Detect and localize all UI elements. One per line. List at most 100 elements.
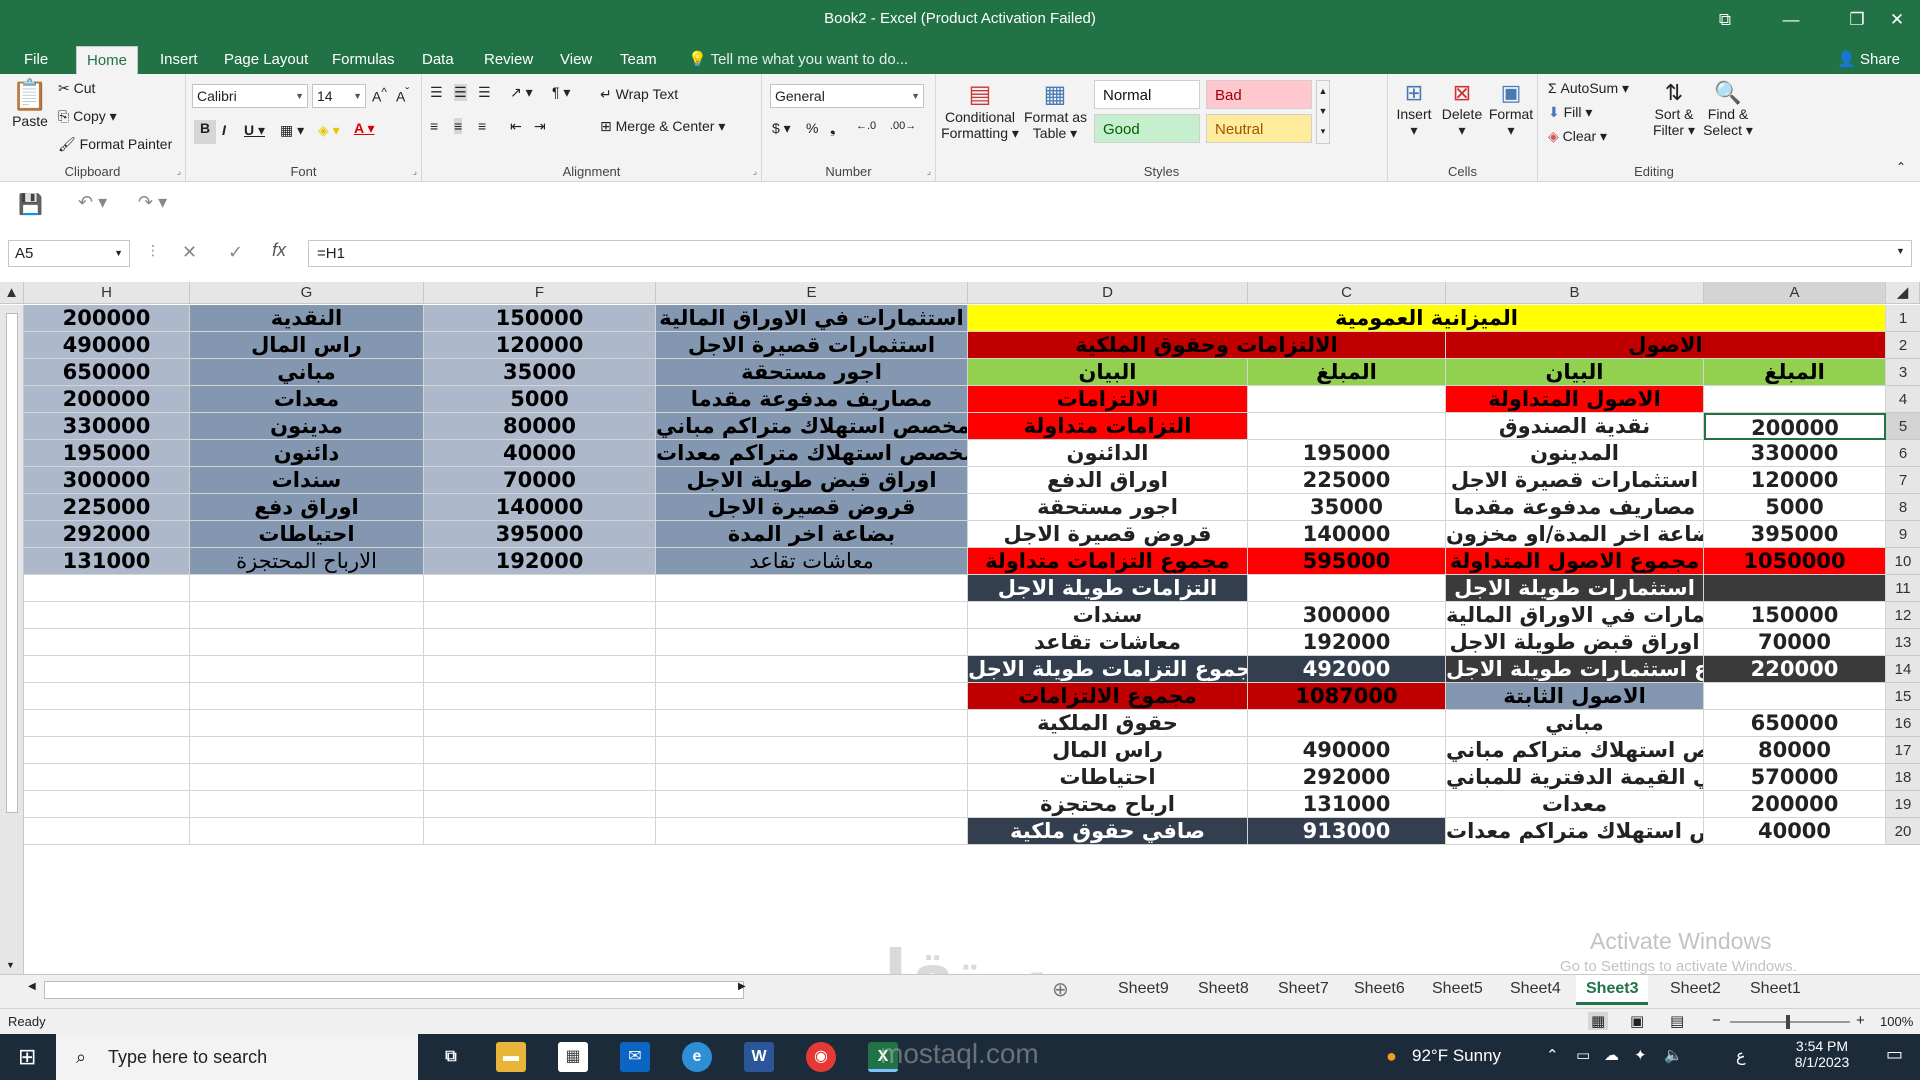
scrollbar-thumb[interactable]	[6, 313, 18, 813]
cell-e3[interactable]: اجور مستحقة	[656, 359, 968, 386]
cell-f15[interactable]	[424, 683, 656, 710]
cell-h16[interactable]	[24, 710, 190, 737]
cell-a4[interactable]	[1704, 386, 1886, 413]
cell-h20[interactable]	[24, 818, 190, 845]
cell-a6[interactable]: 330000	[1704, 440, 1886, 467]
cell-e13[interactable]	[656, 629, 968, 656]
clock[interactable]: 3:54 PM 8/1/2023	[1782, 1038, 1862, 1070]
cell-c11[interactable]	[1248, 575, 1446, 602]
cell-f6[interactable]: 40000	[424, 440, 656, 467]
sheet-tab-sheet6[interactable]: Sheet6	[1344, 975, 1415, 1005]
cell-g14[interactable]	[190, 656, 424, 683]
cell-b7[interactable]: استثمارات قصيرة الاجل	[1446, 467, 1704, 494]
dialog-launcher-icon[interactable]: ⌟	[927, 166, 931, 177]
cell-a9[interactable]: 395000	[1704, 521, 1886, 548]
cell-e6[interactable]: مخصص استهلاك متراكم معدات	[656, 440, 968, 467]
collapse-ribbon-icon[interactable]: ⌃	[1896, 160, 1906, 174]
cell-a7[interactable]: 120000	[1704, 467, 1886, 494]
cell-d4[interactable]: الالتزامات	[968, 386, 1248, 413]
row-header[interactable]: 2	[1886, 332, 1920, 359]
cell-h9[interactable]: 292000	[24, 521, 190, 548]
cell-c10[interactable]: 595000	[1248, 548, 1446, 575]
row-header[interactable]: 6	[1886, 440, 1920, 467]
cell-c8[interactable]: 35000	[1248, 494, 1446, 521]
cell-e19[interactable]	[656, 791, 968, 818]
cell-c4[interactable]	[1248, 386, 1446, 413]
cell-g11[interactable]	[190, 575, 424, 602]
cell-g17[interactable]	[190, 737, 424, 764]
cell-a14[interactable]: 220000	[1704, 656, 1886, 683]
cell-g3[interactable]: مباني	[190, 359, 424, 386]
cell-e9[interactable]: بضاعة اخر المدة	[656, 521, 968, 548]
input-language[interactable]: ع	[1736, 1046, 1746, 1066]
zoom-slider-thumb[interactable]	[1786, 1015, 1790, 1029]
column-header-c[interactable]: C	[1248, 282, 1446, 304]
file-explorer-icon[interactable]: ▬	[496, 1042, 526, 1072]
row-header[interactable]: 9	[1886, 521, 1920, 548]
row-header[interactable]: 1	[1886, 305, 1920, 332]
column-header-h[interactable]: H	[24, 282, 190, 304]
minimize-icon[interactable]: —	[1768, 0, 1814, 40]
row-header[interactable]: 14	[1886, 656, 1920, 683]
bottom-align-icon[interactable]: ☰	[478, 84, 491, 101]
cell-h13[interactable]	[24, 629, 190, 656]
cell-h5[interactable]: 330000	[24, 413, 190, 440]
column-header-d[interactable]: D	[968, 282, 1248, 304]
cell-g10[interactable]: الارباح المحتجزة	[190, 548, 424, 575]
active-cell-a5[interactable]: 200000	[1704, 413, 1886, 440]
page-layout-view-icon[interactable]: ▣	[1630, 1012, 1644, 1030]
cell-c18[interactable]: 292000	[1248, 764, 1446, 791]
close-icon[interactable]: ✕	[1874, 0, 1920, 40]
cell-f17[interactable]	[424, 737, 656, 764]
borders-icon[interactable]: ▦ ▾	[280, 122, 304, 139]
cell-g5[interactable]: مدينون	[190, 413, 424, 440]
dialog-launcher-icon[interactable]: ⌟	[413, 166, 417, 177]
cell-f9[interactable]: 395000	[424, 521, 656, 548]
meet-now-icon[interactable]: ▭	[1576, 1046, 1590, 1064]
row-header[interactable]: 8	[1886, 494, 1920, 521]
cell-e14[interactable]	[656, 656, 968, 683]
cell-f11[interactable]	[424, 575, 656, 602]
cell-h18[interactable]	[24, 764, 190, 791]
cell-f16[interactable]	[424, 710, 656, 737]
cell-b2[interactable]: الاصول	[1446, 332, 1886, 359]
zoom-slider[interactable]	[1730, 1015, 1850, 1029]
format-painter-button[interactable]: 🖌 Format Painter	[58, 136, 172, 153]
cell-d2[interactable]: الالتزامات وحقوق الملكية	[968, 332, 1446, 359]
cell-f20[interactable]	[424, 818, 656, 845]
cell-d6[interactable]: الدائنون	[968, 440, 1248, 467]
cell-h3[interactable]: 650000	[24, 359, 190, 386]
cell-b17[interactable]: مخصص استهلاك متراكم مباني	[1446, 737, 1704, 764]
weather-text[interactable]: 92°F Sunny	[1412, 1046, 1501, 1066]
increase-indent-icon[interactable]: ⇥	[534, 118, 546, 135]
cell-b10[interactable]: مجموع الاصول المتداولة	[1446, 548, 1704, 575]
fill-button[interactable]: ⬇ Fill ▾	[1548, 104, 1592, 121]
cell-d13[interactable]: معاشات تقاعد	[968, 629, 1248, 656]
task-view-icon[interactable]: ⧉	[436, 1042, 466, 1072]
cell-g16[interactable]	[190, 710, 424, 737]
tab-page-layout[interactable]: Page Layout	[214, 46, 318, 74]
cell-c7[interactable]: 225000	[1248, 467, 1446, 494]
font-name-select[interactable]: Calibri ▼	[192, 84, 308, 108]
cell-h11[interactable]	[24, 575, 190, 602]
sheet-tab-sheet4[interactable]: Sheet4	[1500, 975, 1571, 1005]
cell-g2[interactable]: راس المال	[190, 332, 424, 359]
sheet-tab-sheet8[interactable]: Sheet8	[1188, 975, 1259, 1005]
cell-h19[interactable]	[24, 791, 190, 818]
undo-icon[interactable]: ↶ ▾	[78, 192, 107, 213]
font-size-select[interactable]: 14 ▼	[312, 84, 366, 108]
cell-h2[interactable]: 490000	[24, 332, 190, 359]
chrome-icon[interactable]: ◉	[806, 1042, 836, 1072]
cell-g15[interactable]	[190, 683, 424, 710]
cell-e8[interactable]: قروض قصيرة الاجل	[656, 494, 968, 521]
cell-e15[interactable]	[656, 683, 968, 710]
format-as-table-button[interactable]: ▦ Format as Table ▾	[1024, 80, 1087, 142]
normal-view-icon[interactable]: ▦	[1588, 1012, 1609, 1030]
italic-icon[interactable]: I	[222, 122, 226, 138]
cell-h1[interactable]: 200000	[24, 305, 190, 332]
sheet-tab-sheet7[interactable]: Sheet7	[1268, 975, 1339, 1005]
dialog-launcher-icon[interactable]: ⌟	[177, 166, 181, 177]
style-neutral[interactable]: Neutral	[1206, 114, 1312, 143]
cell-a18[interactable]: 570000	[1704, 764, 1886, 791]
delete-button[interactable]: ⊠ Delete ▾	[1440, 80, 1484, 139]
